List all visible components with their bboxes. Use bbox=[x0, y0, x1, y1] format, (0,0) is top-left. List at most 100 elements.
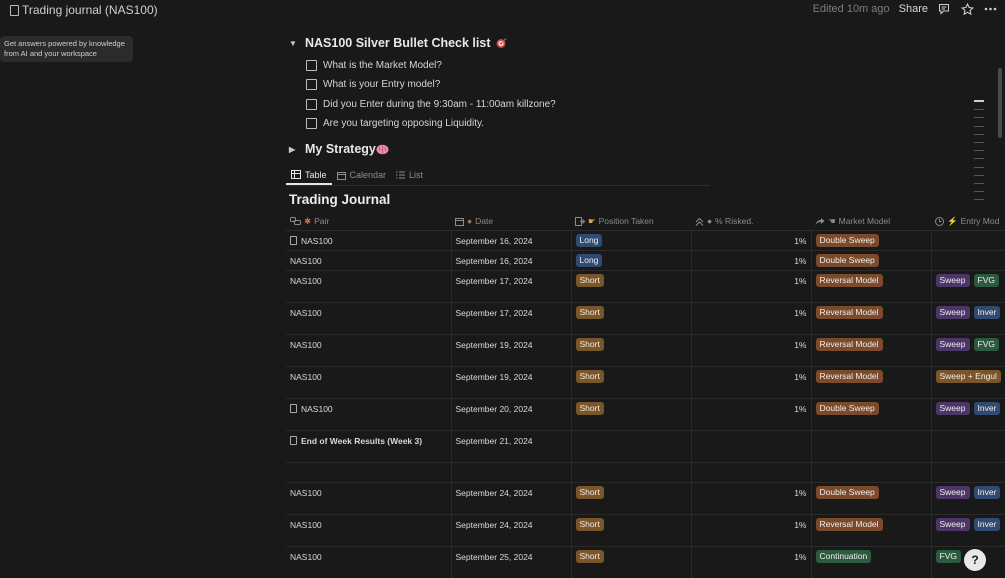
checkbox[interactable] bbox=[306, 79, 317, 91]
entry-model-cell[interactable]: Sweep FVG bbox=[931, 334, 1005, 367]
entry-model-cell[interactable]: Sweep Inver bbox=[931, 398, 1005, 431]
table-row[interactable]: NAS100 September 24, 2024 Short 1% Double Sw… bbox=[286, 482, 1005, 515]
outline-line[interactable] bbox=[974, 158, 984, 160]
table-row[interactable]: NAS100 September 17, 2024 Short 1% Reversal … bbox=[286, 270, 1005, 303]
risk-cell[interactable]: 1% bbox=[691, 398, 812, 431]
entry-model-cell[interactable] bbox=[931, 462, 1005, 483]
toggle-open-icon[interactable]: ▼ bbox=[289, 39, 297, 48]
entry-model-cell[interactable]: Sweep FVG bbox=[931, 270, 1005, 303]
date-cell[interactable]: September 21, 2024 bbox=[451, 430, 572, 463]
risk-cell[interactable]: 1% bbox=[691, 270, 812, 303]
entry-model-cell[interactable] bbox=[931, 250, 1005, 271]
column-header-date[interactable]: ● Date bbox=[451, 212, 571, 231]
outline-line[interactable] bbox=[974, 174, 984, 176]
breadcrumb[interactable]: Trading journal (NAS100) bbox=[10, 3, 158, 17]
pair-cell[interactable]: End of Week Results (Week 3) bbox=[286, 430, 452, 463]
outline-line[interactable] bbox=[974, 182, 984, 184]
pair-value[interactable]: NAS100 bbox=[290, 488, 322, 498]
tab-calendar[interactable]: Calendar bbox=[332, 166, 392, 184]
scrollbar[interactable] bbox=[998, 68, 1002, 138]
more-icon[interactable] bbox=[983, 2, 997, 16]
checklist-item[interactable]: Are you targeting opposing Liquidity. bbox=[306, 114, 556, 133]
pair-cell[interactable]: NAS100 bbox=[286, 230, 452, 251]
date-cell[interactable]: September 25, 2024 bbox=[451, 546, 572, 578]
risk-cell[interactable] bbox=[691, 462, 812, 483]
market-model-cell[interactable] bbox=[811, 462, 932, 483]
table-row[interactable]: NAS100 September 20, 2024 Short 1% Double Sw… bbox=[286, 398, 1005, 431]
pair-cell[interactable]: NAS100 bbox=[286, 398, 452, 431]
table-row[interactable]: NAS100 September 19, 2024 Short 1% Reversal … bbox=[286, 366, 1005, 399]
column-header-pair[interactable]: ✱ Pair bbox=[286, 212, 451, 231]
table-row[interactable]: NAS100 September 25, 2024 Short 1% Continuat… bbox=[286, 546, 1005, 578]
checklist-toggle[interactable]: ▼ NAS100 Silver Bullet Check list bbox=[289, 36, 507, 50]
pair-cell[interactable]: NAS100 bbox=[286, 250, 452, 271]
pair-cell[interactable]: NAS100 bbox=[286, 302, 452, 335]
column-header-entry-model[interactable]: ⚡ Entry Mod bbox=[931, 212, 1005, 231]
pair-cell[interactable]: NAS100 bbox=[286, 270, 452, 303]
pair-value[interactable]: NAS100 bbox=[301, 236, 333, 246]
entry-model-cell[interactable]: Sweep + Engul bbox=[931, 366, 1005, 399]
checkbox[interactable] bbox=[306, 98, 317, 110]
pair-cell[interactable]: NAS100 bbox=[286, 366, 452, 399]
page-outline[interactable] bbox=[974, 100, 984, 207]
date-cell[interactable]: September 17, 2024 bbox=[451, 302, 572, 335]
pair-value[interactable]: NAS100 bbox=[301, 404, 333, 414]
pair-cell[interactable] bbox=[286, 462, 452, 483]
market-model-cell[interactable]: Double Sweep bbox=[811, 250, 932, 271]
entry-model-cell[interactable]: Sweep Inver bbox=[931, 514, 1005, 547]
pair-value[interactable]: NAS100 bbox=[290, 308, 322, 318]
help-button[interactable]: ? bbox=[964, 549, 986, 571]
market-model-cell[interactable]: Reversal Model bbox=[811, 270, 932, 303]
tab-table[interactable]: Table bbox=[286, 166, 332, 185]
market-model-cell[interactable]: Reversal Model bbox=[811, 302, 932, 335]
risk-cell[interactable]: 1% bbox=[691, 366, 812, 399]
outline-line[interactable] bbox=[974, 117, 984, 119]
entry-model-cell[interactable] bbox=[931, 430, 1005, 463]
column-header-position[interactable]: ☛ Position Taken bbox=[571, 212, 691, 231]
date-cell[interactable]: September 24, 2024 bbox=[451, 514, 572, 547]
entry-model-cell[interactable]: Sweep Inver bbox=[931, 302, 1005, 335]
pair-value[interactable]: NAS100 bbox=[290, 340, 322, 350]
position-cell[interactable]: Long bbox=[571, 230, 692, 251]
pair-value[interactable]: NAS100 bbox=[290, 552, 322, 562]
outline-line[interactable] bbox=[974, 191, 984, 193]
table-row[interactable]: NAS100 September 16, 2024 Long 1% Double Swe… bbox=[286, 250, 1005, 271]
pair-cell[interactable]: NAS100 bbox=[286, 546, 452, 578]
checklist-item[interactable]: What is the Market Model? bbox=[306, 56, 556, 75]
market-model-cell[interactable]: Double Sweep bbox=[811, 230, 932, 251]
date-cell[interactable]: September 17, 2024 bbox=[451, 270, 572, 303]
column-header-risk[interactable]: ● % Risked. bbox=[691, 212, 811, 231]
position-cell[interactable]: Short bbox=[571, 366, 692, 399]
pair-value[interactable]: NAS100 bbox=[290, 276, 322, 286]
outline-line[interactable] bbox=[974, 141, 984, 143]
outline-line[interactable] bbox=[974, 150, 984, 152]
entry-model-cell[interactable] bbox=[931, 230, 1005, 251]
position-cell[interactable]: Short bbox=[571, 546, 692, 578]
position-cell[interactable]: Short bbox=[571, 302, 692, 335]
column-header-market-model[interactable]: ☚ Market Model bbox=[811, 212, 931, 231]
date-cell[interactable]: September 16, 2024 bbox=[451, 230, 572, 251]
tab-list[interactable]: List bbox=[391, 166, 428, 184]
date-cell[interactable] bbox=[451, 462, 572, 483]
position-cell[interactable]: Short bbox=[571, 270, 692, 303]
comment-icon[interactable] bbox=[937, 2, 951, 16]
position-cell[interactable] bbox=[571, 430, 692, 463]
toggle-closed-icon[interactable]: ▶ bbox=[289, 145, 297, 154]
outline-line[interactable] bbox=[974, 133, 984, 135]
risk-cell[interactable]: 1% bbox=[691, 302, 812, 335]
date-cell[interactable]: September 19, 2024 bbox=[451, 366, 572, 399]
market-model-cell[interactable] bbox=[811, 430, 932, 463]
position-cell[interactable]: Short bbox=[571, 334, 692, 367]
table-row[interactable]: NAS100 September 17, 2024 Short 1% Reversal … bbox=[286, 302, 1005, 335]
table-row[interactable] bbox=[286, 462, 1005, 483]
position-cell[interactable]: Short bbox=[571, 514, 692, 547]
risk-cell[interactable]: 1% bbox=[691, 482, 812, 515]
position-cell[interactable]: Short bbox=[571, 398, 692, 431]
market-model-cell[interactable]: Reversal Model bbox=[811, 366, 932, 399]
market-model-cell[interactable]: Double Sweep bbox=[811, 482, 932, 515]
pair-value[interactable]: End of Week Results (Week 3) bbox=[301, 436, 422, 446]
date-cell[interactable]: September 20, 2024 bbox=[451, 398, 572, 431]
risk-cell[interactable]: 1% bbox=[691, 334, 812, 367]
market-model-cell[interactable]: Double Sweep bbox=[811, 398, 932, 431]
pair-value[interactable]: NAS100 bbox=[290, 372, 322, 382]
